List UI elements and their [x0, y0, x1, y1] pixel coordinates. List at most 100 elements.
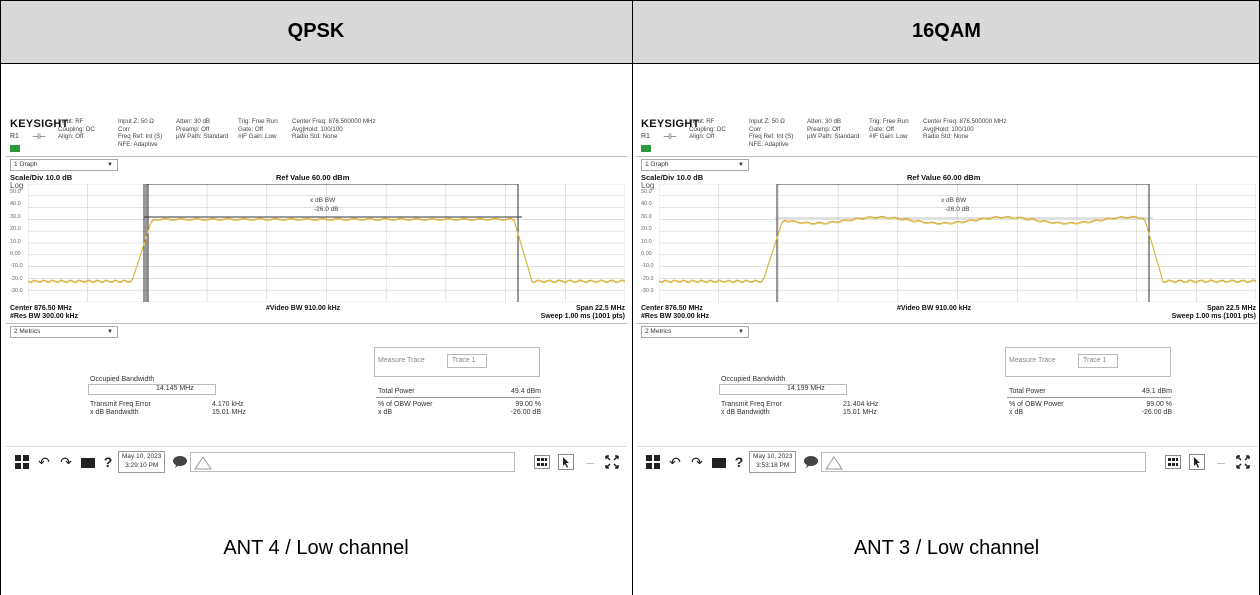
date-text: May 10, 2023 — [122, 453, 162, 460]
y-tick-label: 10.0 — [641, 238, 652, 245]
chevron-down-icon: ▼ — [738, 329, 744, 335]
cursor-icon[interactable] — [558, 454, 574, 470]
measure-trace-label: Measure Trace — [378, 357, 425, 364]
metrics-selector[interactable]: 2 Metrics ▼ — [10, 326, 118, 338]
obw-power-label: % of OBW Power — [378, 401, 433, 408]
tx-freq-error-value: 4.170 kHz — [212, 401, 244, 408]
tx-freq-error-label: Transmit Freq Error — [721, 401, 782, 408]
chat-icon[interactable] — [172, 454, 188, 470]
res-bw-label: #Res BW 300.00 kHz — [641, 313, 710, 320]
r1-label: R1 — [10, 133, 19, 140]
windows-icon[interactable] — [14, 454, 30, 470]
metrics-selector[interactable]: 2 Metrics ▼ — [641, 326, 749, 338]
graph-selector-label: 1 Graph — [14, 161, 38, 168]
spectrum-screenshot-right: KEYSIGHT R1 ⊣⊢ Input: RF Coupling: DC Al… — [637, 116, 1258, 477]
r1-label: R1 — [641, 133, 650, 140]
header-16qam-label: 16QAM — [912, 20, 981, 42]
y-tick-label: 50.0 — [10, 189, 21, 195]
xdb-bw-value: 15.01 MHz — [843, 409, 877, 416]
y-tick-label: -20.0 — [10, 275, 23, 282]
time-text: 3:29:10 PM — [125, 461, 159, 469]
redo-icon[interactable]: ↷ — [58, 454, 74, 470]
minus-icon[interactable]: – — [1213, 454, 1229, 470]
marker-label: x dB BW — [310, 197, 336, 204]
spectrum-plot: x dB BW -26.0 dB — [28, 184, 625, 302]
info-input-z: Input Z: 50 Ω Corr Freq Ref: Int (S) NFE… — [118, 118, 163, 148]
folder-icon[interactable] — [711, 454, 727, 470]
y-tick-label: 40.0 — [641, 201, 652, 208]
rf-input-icon: ⊣⊢ — [32, 132, 46, 141]
info-input: Input: RF Coupling: DC Align: Off — [58, 118, 95, 140]
span-label: Span 22.5 MHz — [1206, 305, 1256, 312]
undo-icon[interactable]: ↶ — [667, 454, 683, 470]
res-bw-label: #Res BW 300.00 kHz — [10, 313, 79, 320]
grid-icon[interactable] — [534, 454, 550, 470]
folder-icon[interactable] — [80, 454, 96, 470]
column-header-16qam: 16QAM — [633, 0, 1260, 64]
table-border-left — [0, 0, 1, 595]
info-trigger: Trig: Free Run Gate: Off #IF Gain: Low — [238, 118, 278, 140]
cursor-icon[interactable] — [1189, 454, 1205, 470]
divider — [637, 156, 1258, 157]
divider — [376, 397, 540, 398]
chevron-down-icon: ▼ — [738, 162, 744, 168]
xdb-value: -26.00 dB — [510, 409, 541, 416]
y-tick-label: 30.0 — [10, 213, 21, 220]
occupied-bw-label: Occupied Bandwidth — [721, 376, 786, 383]
marker-value: -26.0 dB — [945, 206, 970, 213]
info-input-z: Input Z: 50 Ω Corr Freq Ref: Int (S) NFE… — [749, 118, 794, 148]
info-center-freq: Center Freq: 876.500000 MHz Avg|Hold: 10… — [292, 118, 376, 140]
info-atten: Atten: 30 dB Preamp: Off μW Path: Standa… — [807, 118, 860, 140]
grid-icon[interactable] — [1165, 454, 1181, 470]
column-header-qpsk: QPSK — [0, 0, 632, 64]
status-badge — [641, 145, 651, 152]
spectrum-plot: x dB BW -26.0 dB — [659, 184, 1256, 302]
info-trigger: Trig: Free Run Gate: Off #IF Gain: Low — [869, 118, 909, 140]
y-tick-label: -10.0 — [641, 263, 654, 270]
help-icon[interactable]: ? — [731, 454, 747, 470]
help-icon[interactable]: ? — [100, 454, 116, 470]
total-power-label: Total Power — [378, 388, 415, 395]
expand-icon[interactable] — [604, 454, 620, 470]
y-tick-label: 0.00 — [641, 251, 652, 257]
graph-selector[interactable]: 1 Graph ▼ — [10, 159, 118, 171]
rf-input-icon: ⊣⊢ — [663, 132, 677, 141]
info-atten: Atten: 30 dB Preamp: Off μW Path: Standa… — [176, 118, 229, 140]
obw-power-label: % of OBW Power — [1009, 401, 1064, 408]
instrument-status-bar: KEYSIGHT R1 ⊣⊢ Input: RF Coupling: DC Al… — [6, 116, 627, 156]
video-bw-label: #Video BW 910.00 kHz — [897, 305, 972, 312]
xdb-label: x dB — [1009, 409, 1024, 416]
status-field — [821, 452, 1146, 472]
header-qpsk-label: QPSK — [287, 20, 345, 42]
chevron-down-icon: ▼ — [107, 162, 113, 168]
y-tick-label: 30.0 — [641, 213, 652, 220]
total-power-label: Total Power — [1009, 388, 1046, 395]
video-bw-label: #Video BW 910.00 kHz — [266, 305, 341, 312]
undo-icon[interactable]: ↶ — [36, 454, 52, 470]
y-tick-label: 50.0 — [641, 189, 652, 195]
triangle-icon — [194, 456, 212, 470]
metrics-selector-label: 2 Metrics — [645, 328, 672, 335]
minus-icon[interactable]: – — [582, 454, 598, 470]
y-tick-label: -10.0 — [10, 263, 23, 270]
y-tick-label: 20.0 — [641, 226, 652, 233]
obw-power-value: 99.00 % — [1146, 401, 1172, 408]
occupied-bw-box — [719, 384, 847, 395]
occupied-bw-value: 14.199 MHz — [787, 385, 825, 392]
tx-freq-error-value: 21.404 kHz — [843, 401, 879, 408]
redo-icon[interactable]: ↷ — [689, 454, 705, 470]
expand-icon[interactable] — [1235, 454, 1251, 470]
graph-selector-label: 1 Graph — [645, 161, 669, 168]
divider — [637, 323, 1258, 324]
date-text: May 10, 2023 — [753, 453, 793, 460]
graph-selector[interactable]: 1 Graph ▼ — [641, 159, 749, 171]
windows-icon[interactable] — [645, 454, 661, 470]
status-badge — [10, 145, 20, 152]
table-border-middle — [632, 0, 633, 595]
y-tick-label: 20.0 — [10, 226, 21, 233]
trace-value: Trace 1 — [1083, 357, 1107, 364]
chat-icon[interactable] — [803, 454, 819, 470]
marker-label: x dB BW — [941, 197, 967, 204]
divider — [6, 323, 627, 324]
marker-value: -26.0 dB — [314, 206, 339, 213]
